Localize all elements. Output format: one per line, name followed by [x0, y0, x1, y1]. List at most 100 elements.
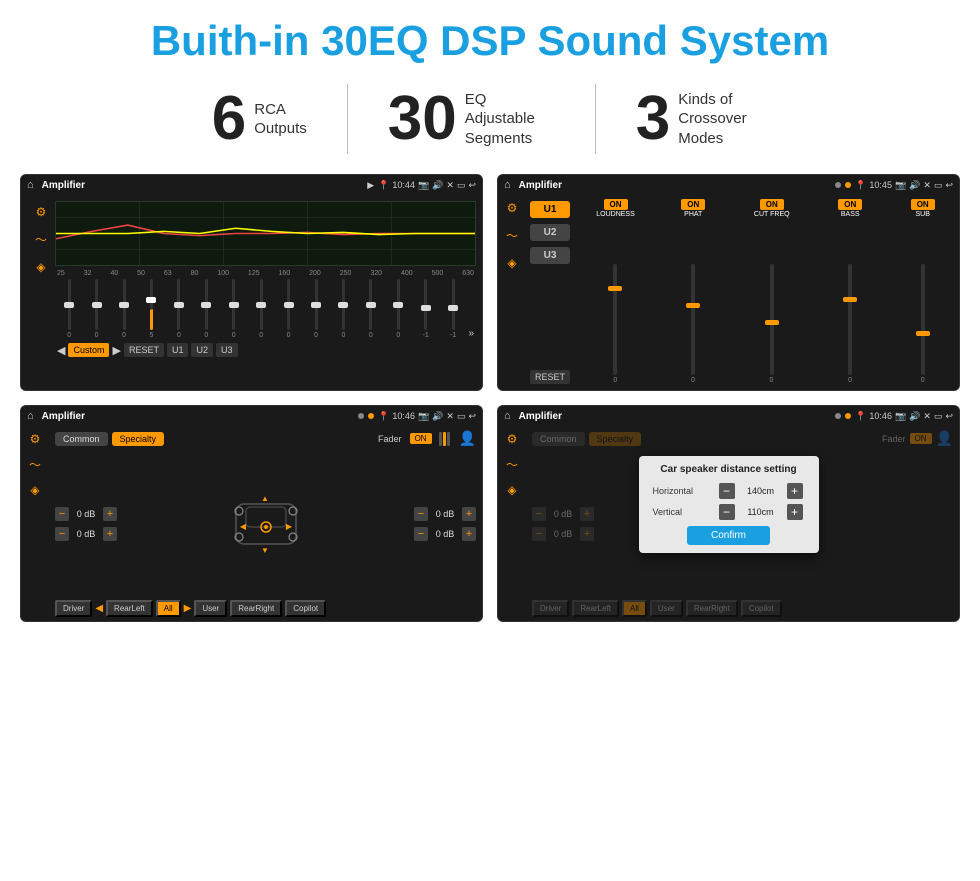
vslider-phat[interactable]: 0 [677, 264, 709, 384]
back-icon-2[interactable]: ↩ [945, 180, 953, 191]
u1-btn[interactable]: U1 [530, 201, 570, 218]
horizontal-minus[interactable]: − [719, 483, 735, 499]
dialog-screen: ⚙ 〜 ◈ Common Specialty Fader ON 👤 [498, 426, 959, 621]
eq-slider-11[interactable]: 0 [331, 279, 355, 339]
eq-slider-9[interactable]: 0 [276, 279, 300, 339]
prev-arrow[interactable]: ◀ [57, 344, 65, 357]
speaker-icon-3[interactable]: ◈ [30, 483, 39, 497]
screenshot-fader: Amplifier 📍 10:46 📷 🔊 ✕ ▭ ↩ ⚙ 〜 ◈ [20, 405, 483, 622]
svg-text:◀: ◀ [239, 522, 246, 531]
tune-icon-3[interactable]: ⚙ [30, 432, 41, 446]
plus-2[interactable]: + [103, 527, 117, 541]
reset-btn-cx[interactable]: RESET [530, 370, 570, 384]
user-btn[interactable]: User [194, 600, 227, 617]
rearright-btn[interactable]: RearRight [230, 600, 282, 617]
u3-btn[interactable]: U3 [530, 247, 570, 264]
u2-button[interactable]: U2 [191, 343, 213, 357]
vslider-cutfreq[interactable]: 0 [752, 264, 792, 384]
fader-on-btn[interactable]: ON [410, 433, 432, 444]
vertical-plus[interactable]: + [787, 504, 803, 520]
tune-icon-2[interactable]: ⚙ [507, 201, 518, 215]
eq-slider-10[interactable]: 0 [304, 279, 328, 339]
eq-slider-7[interactable]: 0 [222, 279, 246, 339]
eq-slider-12[interactable]: 0 [359, 279, 383, 339]
vslider-bass[interactable]: 0 [834, 264, 866, 384]
speaker-icon-2[interactable]: ◈ [507, 256, 516, 270]
eq-slider-1[interactable]: 0 [57, 279, 81, 339]
tab-specialty[interactable]: Specialty [112, 432, 165, 446]
stat-item-eq: 30 EQ Adjustable Segments [348, 88, 595, 150]
eq-slider-4[interactable]: 5 [139, 279, 163, 339]
next-arrow[interactable]: ▶ [112, 344, 120, 357]
svg-text:▶: ▶ [285, 522, 292, 531]
cam-icon-2: 📷 [895, 180, 906, 191]
u3-button[interactable]: U3 [216, 343, 238, 357]
wave-icon-3[interactable]: 〜 [29, 456, 41, 473]
speaker-icon[interactable]: ◈ [36, 260, 45, 274]
vertical-minus[interactable]: − [719, 504, 735, 520]
right-arrow-btn[interactable]: ▶ [184, 603, 192, 614]
on-sub[interactable]: ON [911, 199, 935, 210]
wave-icon[interactable]: 〜 [35, 231, 47, 248]
dialog-title: Car speaker distance setting [653, 464, 805, 475]
eq-slider-2[interactable]: 0 [84, 279, 108, 339]
plus-1[interactable]: + [103, 507, 117, 521]
all-btn[interactable]: All [156, 600, 181, 617]
eq-slider-15[interactable]: -1 [441, 279, 465, 339]
minus-3[interactable]: − [414, 507, 428, 521]
status-icons-f: 📍 10:46 📷 🔊 ✕ ▭ ↩ [378, 411, 476, 422]
eq-slider-3[interactable]: 0 [112, 279, 136, 339]
tune-icon-4[interactable]: ⚙ [507, 432, 518, 446]
loc-icon-3: 📍 [378, 411, 389, 422]
channel-headers: ON LOUDNESS ON PHAT ON CUT FREQ ON [576, 199, 957, 218]
play-icon: ▶ [367, 180, 374, 191]
more-icon[interactable]: » [468, 328, 474, 339]
wave-icon-2[interactable]: 〜 [506, 227, 518, 244]
back-icon-4[interactable]: ↩ [945, 411, 953, 422]
eq-slider-13[interactable]: 0 [386, 279, 410, 339]
home-icon-4[interactable] [504, 410, 511, 422]
plus-3[interactable]: + [462, 507, 476, 521]
x-icon: ✕ [446, 180, 454, 191]
back-icon-3[interactable]: ↩ [468, 411, 476, 422]
copilot-btn[interactable]: Copilot [285, 600, 326, 617]
eq-slider-8[interactable]: 0 [249, 279, 273, 339]
screenshot-eq: Amplifier ▶ 📍 10:44 📷 🔊 ✕ ▭ ↩ ⚙ 〜 ◈ [20, 174, 483, 391]
on-phat[interactable]: ON [681, 199, 705, 210]
plus-4[interactable]: + [462, 527, 476, 541]
eq-sidebar: ⚙ 〜 ◈ [27, 201, 55, 384]
x-icon-4: ✕ [923, 411, 931, 422]
confirm-button[interactable]: Confirm [687, 526, 770, 545]
db-control-4: − 0 dB + [414, 527, 476, 541]
home-icon[interactable] [27, 179, 34, 191]
left-arrow-btn[interactable]: ◀ [95, 603, 103, 614]
u2-btn[interactable]: U2 [530, 224, 570, 241]
db-control-2: − 0 dB + [55, 527, 117, 541]
minus-1[interactable]: − [55, 507, 69, 521]
minus-4[interactable]: − [414, 527, 428, 541]
minus-2[interactable]: − [55, 527, 69, 541]
driver-btn[interactable]: Driver [55, 600, 92, 617]
back-icon[interactable]: ↩ [468, 180, 476, 191]
vslider-sub[interactable]: 0 [909, 264, 937, 384]
on-loudness[interactable]: ON [604, 199, 628, 210]
home-icon-3[interactable] [27, 410, 34, 422]
vslider-loudness[interactable]: 0 [596, 264, 634, 384]
tab-common[interactable]: Common [55, 432, 108, 446]
stats-row: 6 RCA Outputs 30 EQ Adjustable Segments … [0, 74, 980, 166]
reset-button[interactable]: RESET [124, 343, 164, 357]
u1-button[interactable]: U1 [167, 343, 189, 357]
on-cutfreq[interactable]: ON [760, 199, 784, 210]
wave-icon-4[interactable]: 〜 [506, 456, 518, 473]
eq-slider-6[interactable]: 0 [194, 279, 218, 339]
eq-slider-5[interactable]: 0 [167, 279, 191, 339]
on-bass[interactable]: ON [838, 199, 862, 210]
status-dot-f2 [368, 413, 374, 419]
custom-button[interactable]: Custom [68, 343, 109, 357]
speaker-icon-4[interactable]: ◈ [507, 483, 516, 497]
home-icon-2[interactable] [504, 179, 511, 191]
horizontal-plus[interactable]: + [787, 483, 803, 499]
rearleft-btn[interactable]: RearLeft [106, 600, 153, 617]
tune-icon[interactable]: ⚙ [36, 205, 47, 219]
eq-slider-14[interactable]: -1 [413, 279, 437, 339]
